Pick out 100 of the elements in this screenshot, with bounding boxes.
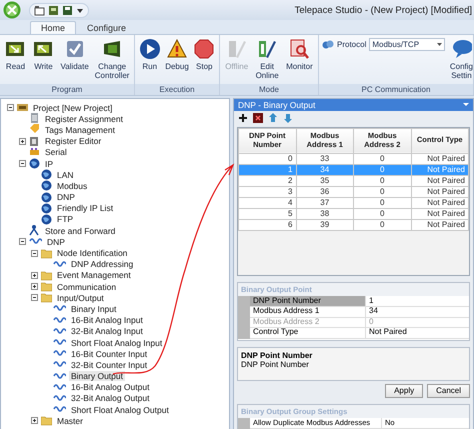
property-value[interactable]: 1 <box>366 296 469 308</box>
table-cell[interactable]: 4 <box>238 197 296 208</box>
tree-item[interactable]: DNP <box>45 236 67 247</box>
tree-item[interactable]: Binary Input <box>69 304 118 314</box>
expand-icon[interactable] <box>31 272 38 279</box>
collapse-icon[interactable] <box>19 160 26 168</box>
ribbon-icon <box>288 38 310 60</box>
ribbon-icon <box>166 38 188 60</box>
row-margin <box>238 327 250 339</box>
ribbon-button[interactable]: Write <box>32 37 54 84</box>
dialog-button[interactable]: Apply <box>385 384 424 398</box>
new-file-icon <box>34 4 45 16</box>
tree-item[interactable]: 32-Bit Analog Output <box>69 393 152 404</box>
tree-item[interactable]: Short Float Analog Output <box>69 404 171 415</box>
store-forward-icon <box>29 225 40 236</box>
tree-item[interactable]: Node Identification <box>55 248 130 258</box>
property-value[interactable]: Not Paired <box>366 327 469 339</box>
ribbon-tab[interactable]: Home <box>30 21 76 34</box>
move-up-icon[interactable] <box>268 112 278 123</box>
protocol-label: Protocol <box>337 40 366 48</box>
collapse-icon[interactable] <box>19 238 26 246</box>
expand-icon[interactable] <box>19 138 26 145</box>
tree-item[interactable]: Short Float Analog Input <box>69 338 164 348</box>
tree-item[interactable]: Modbus <box>55 180 90 191</box>
expand-icon[interactable] <box>31 283 38 290</box>
document-icon <box>29 113 40 124</box>
tree-item[interactable]: Register Assignment <box>43 114 125 124</box>
expand-icon[interactable] <box>31 417 38 424</box>
network-icon <box>322 38 334 50</box>
ribbon-icon <box>193 38 216 60</box>
ribbon-button[interactable]: Validate <box>60 37 89 84</box>
save-icon <box>62 4 73 16</box>
globe-icon <box>41 180 52 192</box>
tree-item[interactable]: Register Editor <box>43 136 104 146</box>
ribbon-tab[interactable]: Configure <box>76 21 138 34</box>
panel-title: DNP - Binary Output <box>238 100 316 110</box>
serial-port-icon <box>29 146 40 158</box>
register-editor-icon <box>29 136 40 147</box>
tree-item[interactable]: 32-Bit Counter Input <box>69 360 150 370</box>
tree-item[interactable]: Binary Output <box>69 371 125 382</box>
tree-item[interactable]: LAN <box>55 170 76 180</box>
ribbon-icon <box>138 38 161 60</box>
property-name[interactable]: Control Type <box>250 327 366 339</box>
window-title: Telepace Studio - (New Project) [Modified] <box>294 4 473 16</box>
ribbon-button[interactable]: Edit Online <box>256 37 279 84</box>
tree-item[interactable]: 16-Bit Analog Output <box>69 382 152 392</box>
tree-item[interactable]: Communication <box>55 282 118 292</box>
delete-icon[interactable] <box>253 112 263 123</box>
tree-item[interactable]: Tags Management <box>43 124 117 135</box>
globe-icon <box>41 192 52 203</box>
collapse-icon[interactable] <box>7 104 14 112</box>
folder-icon <box>41 270 52 281</box>
tree-item[interactable]: Project [New Project] <box>31 102 114 113</box>
tree-item[interactable]: FTP <box>55 214 76 224</box>
description-title: DNP Point Number <box>241 351 314 360</box>
group-label: PC Communication <box>319 84 473 95</box>
ribbon-icon <box>256 38 278 60</box>
protocol-dropdown[interactable]: Modbus/TCP <box>369 38 446 50</box>
description-text: DNP Point Number <box>241 360 310 370</box>
ribbon-button[interactable]: Monitor <box>286 37 313 84</box>
tree-item[interactable]: DNP <box>55 192 77 202</box>
tree-item[interactable]: Input/Output <box>55 292 106 303</box>
table-cell[interactable]: 2 <box>238 175 296 186</box>
folder-icon <box>41 281 52 292</box>
tree-item[interactable]: Store and Forward <box>43 226 118 236</box>
globe-icon <box>41 202 52 214</box>
collapse-icon[interactable] <box>31 250 38 257</box>
ribbon-icon <box>450 38 472 60</box>
tree-item[interactable]: Event Management <box>55 270 133 280</box>
table-cell[interactable]: 3 <box>238 186 296 198</box>
tree-item[interactable]: Master <box>55 416 85 426</box>
ribbon-button[interactable]: Change Controller <box>94 37 130 84</box>
ribbon-button[interactable]: Read <box>4 37 26 84</box>
open-icon <box>48 4 59 16</box>
tag-icon <box>29 124 40 136</box>
add-icon[interactable] <box>238 112 248 123</box>
collapse-icon[interactable] <box>31 294 38 302</box>
ribbon-button[interactable]: Run <box>138 37 161 84</box>
dialog-button[interactable]: Cancel <box>427 384 470 398</box>
tree-item[interactable]: 32-Bit Analog Input <box>69 326 145 336</box>
row-margin <box>238 418 250 429</box>
globe-icon <box>41 214 52 225</box>
table-cell[interactable]: 6 <box>238 219 296 230</box>
property-name[interactable]: DNP Point Number <box>250 296 366 308</box>
dropdown-icon <box>76 6 84 14</box>
tree-item[interactable]: 16-Bit Analog Input <box>69 315 145 326</box>
ribbon-button[interactable]: Debug <box>165 37 189 84</box>
tree-item[interactable]: IP <box>43 158 56 169</box>
tree-item[interactable]: Friendly IP List <box>55 203 116 214</box>
ribbon-button[interactable]: Config Settin <box>450 37 473 84</box>
tree-item[interactable]: DNP Addressing <box>69 259 136 270</box>
property-value[interactable]: 34 <box>366 306 469 318</box>
table-cell[interactable]: 5 <box>238 208 296 220</box>
tree-item[interactable]: 16-Bit Counter Input <box>69 348 150 359</box>
property-name[interactable]: Modbus Address 1 <box>250 306 366 318</box>
ribbon-button[interactable]: Stop <box>193 37 216 84</box>
group-label: Mode <box>220 84 318 95</box>
move-down-icon[interactable] <box>283 112 293 123</box>
tree-item[interactable]: Serial <box>43 147 69 158</box>
table-cell[interactable]: 0 <box>238 153 296 164</box>
